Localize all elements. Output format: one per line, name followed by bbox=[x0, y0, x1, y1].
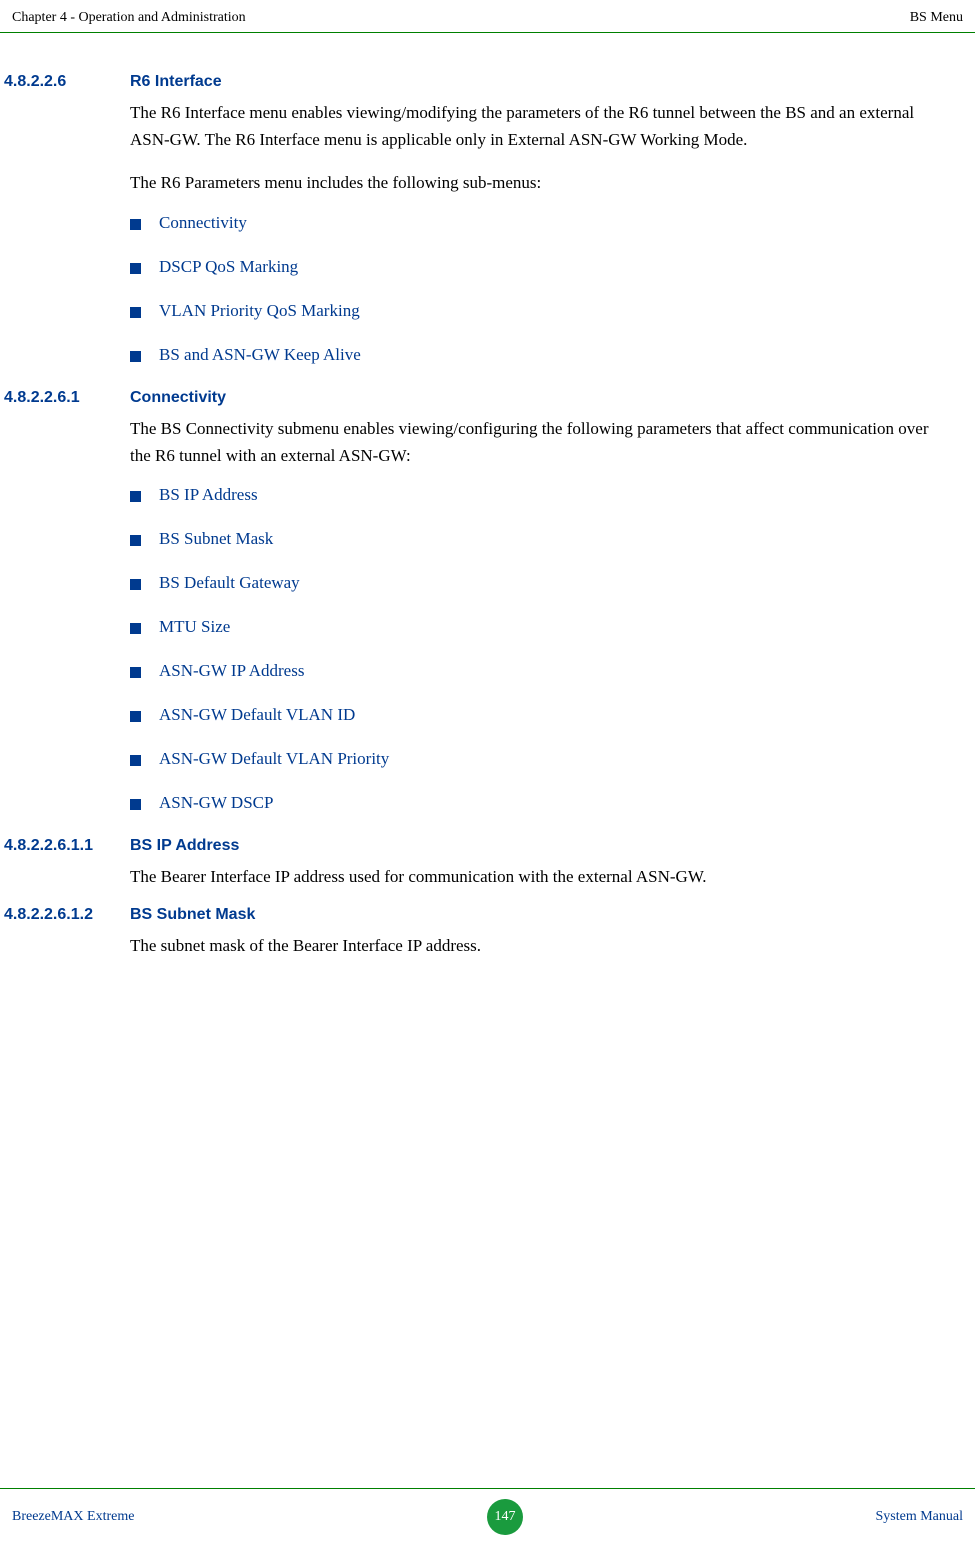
section-connectivity: 4.8.2.2.6.1 Connectivity The BS Connecti… bbox=[0, 389, 935, 813]
square-bullet-icon bbox=[130, 755, 141, 766]
header-left: Chapter 4 - Operation and Administration bbox=[12, 10, 246, 26]
section-title: R6 Interface bbox=[130, 73, 222, 91]
section-number: 4.8.2.2.6.1.1 bbox=[0, 837, 130, 855]
section-number: 4.8.2.2.6 bbox=[0, 73, 130, 91]
list-item: ASN-GW IP Address bbox=[130, 661, 935, 681]
section-bs-subnet-mask: 4.8.2.2.6.1.2 BS Subnet Mask The subnet … bbox=[0, 906, 935, 959]
square-bullet-icon bbox=[130, 535, 141, 546]
bullet-text: Connectivity bbox=[159, 213, 247, 233]
section-title: Connectivity bbox=[130, 389, 226, 407]
square-bullet-icon bbox=[130, 711, 141, 722]
page-footer: BreezeMAX Extreme 147 System Manual bbox=[0, 1488, 975, 1545]
list-item: Connectivity bbox=[130, 213, 935, 233]
section-heading: 4.8.2.2.6 R6 Interface bbox=[0, 73, 935, 91]
page-number-badge: 147 bbox=[487, 1499, 523, 1535]
bullet-text: BS and ASN-GW Keep Alive bbox=[159, 345, 361, 365]
bullet-text: ASN-GW Default VLAN Priority bbox=[159, 749, 389, 769]
square-bullet-icon bbox=[130, 351, 141, 362]
footer-right: System Manual bbox=[875, 1509, 963, 1525]
list-item: ASN-GW Default VLAN Priority bbox=[130, 749, 935, 769]
section-heading: 4.8.2.2.6.1.2 BS Subnet Mask bbox=[0, 906, 935, 924]
bullet-text: ASN-GW DSCP bbox=[159, 793, 273, 813]
section-number: 4.8.2.2.6.1 bbox=[0, 389, 130, 407]
square-bullet-icon bbox=[130, 623, 141, 634]
section-heading: 4.8.2.2.6.1.1 BS IP Address bbox=[0, 837, 935, 855]
bullet-text: BS Subnet Mask bbox=[159, 529, 273, 549]
bullet-list: BS IP Address BS Subnet Mask BS Default … bbox=[130, 485, 935, 813]
page-header: Chapter 4 - Operation and Administration… bbox=[0, 0, 975, 33]
list-item: DSCP QoS Marking bbox=[130, 257, 935, 277]
section-title: BS Subnet Mask bbox=[130, 906, 255, 924]
bullet-text: DSCP QoS Marking bbox=[159, 257, 298, 277]
bullet-text: ASN-GW Default VLAN ID bbox=[159, 705, 355, 725]
square-bullet-icon bbox=[130, 579, 141, 590]
list-item: ASN-GW Default VLAN ID bbox=[130, 705, 935, 725]
square-bullet-icon bbox=[130, 307, 141, 318]
list-item: VLAN Priority QoS Marking bbox=[130, 301, 935, 321]
bullet-text: ASN-GW IP Address bbox=[159, 661, 304, 681]
list-item: ASN-GW DSCP bbox=[130, 793, 935, 813]
section-heading: 4.8.2.2.6.1 Connectivity bbox=[0, 389, 935, 407]
page-content: 4.8.2.2.6 R6 Interface The R6 Interface … bbox=[0, 33, 975, 995]
section-r6-interface: 4.8.2.2.6 R6 Interface The R6 Interface … bbox=[0, 73, 935, 365]
body-paragraph: The Bearer Interface IP address used for… bbox=[130, 863, 935, 890]
square-bullet-icon bbox=[130, 799, 141, 810]
footer-left: BreezeMAX Extreme bbox=[12, 1509, 134, 1525]
header-right: BS Menu bbox=[910, 10, 963, 26]
bullet-text: BS Default Gateway bbox=[159, 573, 300, 593]
list-item: BS Default Gateway bbox=[130, 573, 935, 593]
body-paragraph: The R6 Parameters menu includes the foll… bbox=[130, 169, 935, 196]
square-bullet-icon bbox=[130, 667, 141, 678]
body-paragraph: The R6 Interface menu enables viewing/mo… bbox=[130, 99, 935, 153]
square-bullet-icon bbox=[130, 263, 141, 274]
section-title: BS IP Address bbox=[130, 837, 239, 855]
list-item: BS IP Address bbox=[130, 485, 935, 505]
square-bullet-icon bbox=[130, 491, 141, 502]
list-item: BS Subnet Mask bbox=[130, 529, 935, 549]
body-paragraph: The subnet mask of the Bearer Interface … bbox=[130, 932, 935, 959]
bullet-text: BS IP Address bbox=[159, 485, 258, 505]
bullet-text: MTU Size bbox=[159, 617, 230, 637]
body-paragraph: The BS Connectivity submenu enables view… bbox=[130, 415, 935, 469]
section-bs-ip-address: 4.8.2.2.6.1.1 BS IP Address The Bearer I… bbox=[0, 837, 935, 890]
list-item: BS and ASN-GW Keep Alive bbox=[130, 345, 935, 365]
square-bullet-icon bbox=[130, 219, 141, 230]
bullet-list: Connectivity DSCP QoS Marking VLAN Prior… bbox=[130, 213, 935, 365]
bullet-text: VLAN Priority QoS Marking bbox=[159, 301, 360, 321]
section-number: 4.8.2.2.6.1.2 bbox=[0, 906, 130, 924]
list-item: MTU Size bbox=[130, 617, 935, 637]
